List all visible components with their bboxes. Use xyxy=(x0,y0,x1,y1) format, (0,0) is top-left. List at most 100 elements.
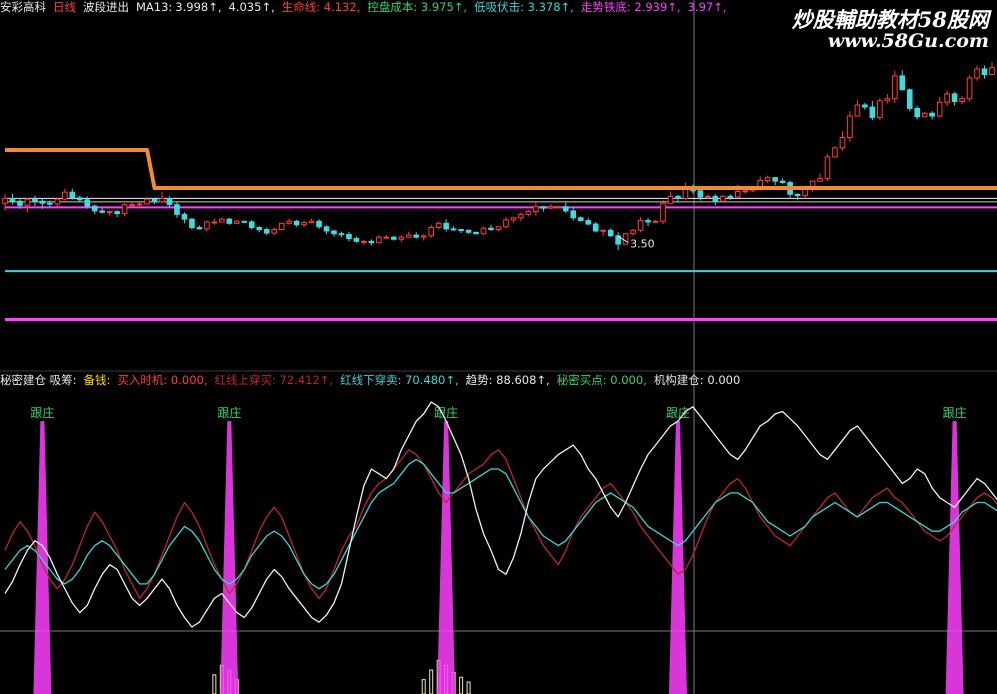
candle-body xyxy=(39,200,46,204)
reserve-label: 备钱: xyxy=(83,373,111,387)
low-buy: 低吸伏击: 3.378↑, xyxy=(474,0,574,14)
candle-body xyxy=(338,233,345,236)
volume-bar xyxy=(459,676,464,694)
candle-body xyxy=(600,229,606,232)
candle-body xyxy=(981,68,988,76)
sub-panel-header: 秘密建仓 吸筹: 备钱: 买入时机: 0.000, 红线上穿买: 72.412↑, 红线… xyxy=(0,373,747,387)
signal-spike xyxy=(220,421,239,694)
candle-body xyxy=(383,236,390,239)
candle-body xyxy=(518,213,524,219)
candle-body xyxy=(2,197,8,204)
period-label: 日线 xyxy=(53,0,76,14)
ma13-b: 4.035↑, xyxy=(228,0,275,14)
candle-body xyxy=(233,220,240,224)
header-tail: 3.97↑, xyxy=(687,0,727,14)
candle-body xyxy=(204,221,210,230)
candle-body xyxy=(450,228,457,231)
candle-body xyxy=(548,206,554,209)
life-line: 生命线: 4.132, xyxy=(281,0,361,14)
main-panel-header: 安彩高科 日线 波段进出 MA13: 3.998↑, 4.035↑, 生命线: 4.132,… xyxy=(0,0,734,14)
candle-body xyxy=(652,220,659,223)
candle-body xyxy=(405,234,412,238)
candle-body xyxy=(62,191,68,200)
candle-body xyxy=(32,198,38,202)
candle-body xyxy=(817,177,823,182)
candle-body xyxy=(54,198,61,205)
ma13-a: 3.998↑, xyxy=(175,0,222,14)
candle-body xyxy=(443,222,449,230)
candle-body xyxy=(241,220,248,223)
stock-chart: 3.50 跟庄 跟庄 跟庄 跟庄 跟庄 xyxy=(0,0,997,694)
ma13-label: MA13: xyxy=(136,0,173,14)
signal-spike xyxy=(945,421,964,694)
candle-body xyxy=(989,67,995,76)
candle-body xyxy=(159,197,165,203)
candle-body xyxy=(697,190,704,198)
candle-body xyxy=(503,219,509,228)
candle-body xyxy=(17,200,23,206)
candle-body xyxy=(622,233,629,245)
candle-body xyxy=(869,106,876,118)
candle-body xyxy=(832,147,838,158)
volume-bar xyxy=(212,674,217,694)
candle-body xyxy=(136,203,143,206)
cost-line: 控盘成本: 3.975↑, xyxy=(367,0,468,14)
candle-body xyxy=(331,230,337,235)
candle-body xyxy=(847,115,853,139)
candle-body xyxy=(166,197,173,206)
candle-body xyxy=(555,206,562,209)
candle-body xyxy=(435,222,442,228)
candle-body xyxy=(308,220,315,224)
inst-build: 机构建仓: 0.000 xyxy=(653,373,741,387)
volume-bar xyxy=(421,679,426,694)
candle-body xyxy=(705,195,711,198)
series-band xyxy=(5,148,997,190)
candle-body xyxy=(181,213,188,220)
candle-body xyxy=(376,236,382,244)
candle-body xyxy=(929,112,935,117)
candle-body xyxy=(660,202,666,222)
candle-body xyxy=(533,206,539,213)
candle-body xyxy=(219,218,225,223)
candle-body xyxy=(248,221,255,228)
candle-body xyxy=(398,236,405,240)
candle-body xyxy=(607,229,614,237)
candle-body xyxy=(346,233,352,240)
candle-body xyxy=(129,204,135,207)
candle-body xyxy=(480,227,487,235)
candle-body xyxy=(667,195,674,204)
candle-body xyxy=(69,191,76,199)
candle-body xyxy=(47,202,53,205)
red-up: 红线上穿买: 72.412↑, xyxy=(214,373,334,387)
candle-body xyxy=(353,238,360,242)
candle-body xyxy=(637,220,644,231)
signal-label: 跟庄 xyxy=(217,405,241,420)
candle-body xyxy=(772,177,778,182)
signal-label: 跟庄 xyxy=(943,405,967,420)
candle-body xyxy=(488,227,494,231)
candle-body xyxy=(256,226,263,231)
candle-body xyxy=(899,75,906,91)
volume-bar xyxy=(429,669,434,694)
candle-body xyxy=(570,210,577,219)
candle-body xyxy=(877,100,883,118)
sub-name: 秘密建仓 吸筹: xyxy=(0,373,77,387)
candle-body xyxy=(577,217,584,222)
candle-body xyxy=(286,220,292,224)
candle-body xyxy=(144,198,150,205)
candle-body xyxy=(906,89,913,109)
candle-body xyxy=(151,198,158,203)
candle-body xyxy=(764,177,771,181)
candle-body xyxy=(839,137,846,149)
candle-body xyxy=(323,226,330,232)
low-price-label: 3.50 xyxy=(630,237,655,250)
candle-body xyxy=(24,198,31,206)
candle-body xyxy=(226,218,233,224)
candle-body xyxy=(974,68,980,79)
candle-body xyxy=(630,229,636,235)
candle-body xyxy=(794,193,801,197)
candle-body xyxy=(966,77,973,100)
candle-body xyxy=(271,229,277,234)
candle-body xyxy=(174,204,180,215)
signal-spike xyxy=(33,421,52,694)
